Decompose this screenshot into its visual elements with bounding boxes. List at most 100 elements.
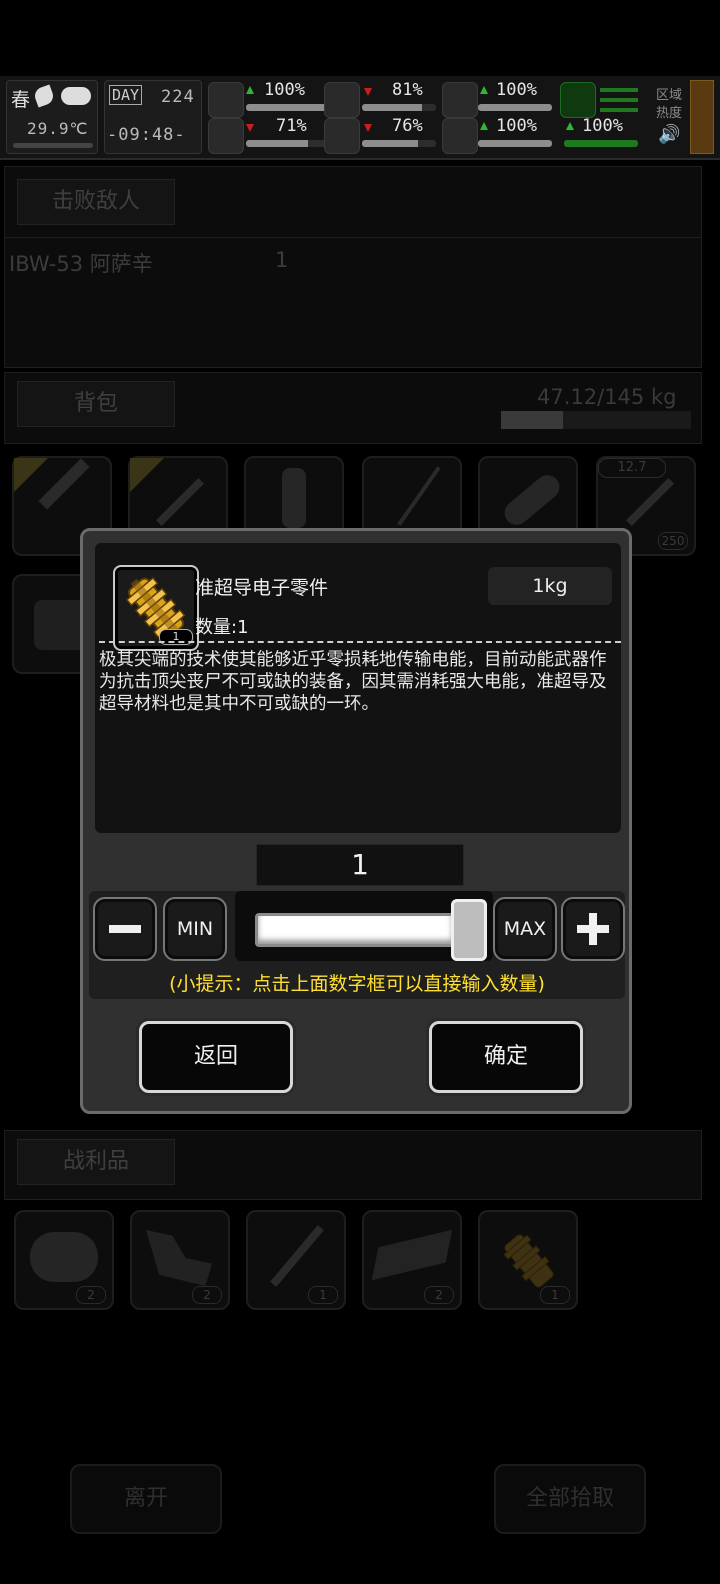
thirst-percent: 76%: [392, 116, 423, 136]
temperature-readout: 29.9℃: [27, 119, 89, 138]
leaf-icon: [32, 84, 56, 108]
slot-count-badge: 250: [658, 532, 688, 550]
infection-percent: 71%: [276, 116, 307, 136]
region-heat-label: 区域: [656, 88, 683, 103]
quantity-slider-track[interactable]: [255, 913, 455, 947]
ammo-icon: [625, 477, 675, 527]
screws-icon: [270, 1225, 324, 1287]
loot-slot[interactable]: 2: [130, 1210, 230, 1310]
stamina-up-arrow-icon: [566, 122, 574, 130]
loot-section: 战利品: [4, 1130, 702, 1200]
loot-header: 战利品: [17, 1139, 175, 1185]
defeated-enemies-header: 击败敌人: [17, 179, 175, 225]
steel-plate-icon: [371, 1229, 453, 1281]
item-description: 极其尖端的技术使其能够近乎零损耗地传输电能，目前动能武器作为抗击顶尖丧尸不可或缺…: [99, 650, 607, 714]
health-bar: [246, 104, 334, 111]
brain-icon: [208, 118, 244, 154]
speed-line-icon: [600, 108, 638, 112]
medkit-icon: [208, 82, 244, 118]
stamina-bar: [564, 140, 638, 147]
cloudy-icon: [61, 87, 91, 105]
increment-button[interactable]: [561, 897, 625, 961]
back-button[interactable]: 返回: [139, 1021, 293, 1093]
infection-bar: [246, 140, 334, 147]
bottle-icon: [282, 468, 306, 528]
season-label: 春: [11, 89, 31, 111]
speaker-icon[interactable]: 🔊: [658, 124, 680, 145]
minus-icon: [109, 925, 141, 933]
min-button[interactable]: MIN: [163, 897, 227, 961]
thirst-down-arrow-icon: [364, 124, 372, 132]
armor-percent: 100%: [496, 80, 537, 100]
region-heat-gauge: [690, 80, 714, 154]
slot-count-badge: 1: [308, 1286, 338, 1304]
item-info-panel: 1 准超导电子零件 数量:1 1kg 极其尖端的技术使其能够近乎零损耗地传输电能…: [95, 543, 621, 833]
confirm-button[interactable]: 确定: [429, 1021, 583, 1093]
enemy-count: 1: [275, 248, 289, 272]
health-up-arrow-icon: [246, 86, 254, 94]
item-quantity-dialog: 1 准超导电子零件 数量:1 1kg 极其尖端的技术使其能够近乎零损耗地传输电能…: [80, 528, 632, 1114]
hunger-bar: [362, 104, 436, 111]
item-name: 准超导电子零件: [195, 577, 329, 599]
slot-count-badge: 2: [76, 1286, 106, 1304]
rocks-icon: [30, 1232, 98, 1282]
scrap-metal-icon: [146, 1230, 212, 1286]
stamina-percent: 100%: [582, 116, 623, 136]
clock-readout: -09:48-: [107, 125, 186, 145]
rod-icon: [397, 466, 441, 526]
item-quantity-label: 数量:1: [195, 617, 249, 638]
infection-down-arrow-icon: [246, 124, 254, 132]
take-all-button[interactable]: 全部拾取: [494, 1464, 646, 1534]
backpack-weight-bar: [501, 411, 691, 429]
leave-button[interactable]: 离开: [70, 1464, 222, 1534]
speed-line-icon: [600, 88, 638, 92]
speed-line-icon: [600, 98, 638, 102]
slot-count-badge: 2: [424, 1286, 454, 1304]
temperature-bar: [13, 143, 93, 148]
backpack-weight: 47.12/145 kg: [537, 385, 677, 409]
boot-icon: [560, 82, 596, 118]
loot-slot[interactable]: 2: [14, 1210, 114, 1310]
health-percent: 100%: [264, 80, 305, 100]
calendar-panel: DAY 224 -09:48-: [104, 80, 202, 154]
loot-slot[interactable]: 1: [246, 1210, 346, 1310]
backpack-section: 背包 47.12/145 kg: [4, 372, 702, 444]
item-weight: 1kg: [488, 567, 612, 605]
backpack-header: 背包: [17, 381, 175, 427]
quantity-hint: (小提示：点击上面数字框可以直接输入数量): [169, 973, 545, 995]
quantity-input[interactable]: 1: [256, 844, 464, 886]
max-button[interactable]: MAX: [493, 897, 557, 961]
defeated-enemy-row: IBW-53 阿萨辛 1: [5, 237, 701, 368]
armor-bar: [478, 104, 552, 111]
armor-icon: [442, 82, 478, 118]
defeated-enemies-section: 击败敌人 IBW-53 阿萨辛 1: [4, 166, 702, 368]
ammo-caliber-tag: 12.7: [598, 458, 666, 478]
loot-slot[interactable]: 1: [478, 1210, 578, 1310]
bread-icon: [499, 470, 565, 530]
hunger-percent: 81%: [392, 80, 423, 100]
day-number: 224: [161, 87, 195, 107]
plus-icon: [589, 913, 597, 945]
favorite-star-icon: [14, 458, 48, 492]
mood-percent: 100%: [496, 116, 537, 136]
divider: [99, 641, 621, 643]
quantity-controls: MIN MAX (小提示：点击上面数字框可以直接输入数量): [89, 891, 625, 999]
water-drop-icon: [324, 118, 360, 154]
stomach-icon: [324, 82, 360, 118]
status-hud: 春 29.9℃ DAY 224 -09:48- 100% 81% 100% 71…: [0, 76, 720, 160]
loot-slot[interactable]: 2: [362, 1210, 462, 1310]
hunger-down-arrow-icon: [364, 88, 372, 96]
decrement-button[interactable]: [93, 897, 157, 961]
thirst-bar: [362, 140, 436, 147]
superconductor-part-icon: [498, 1230, 560, 1292]
mood-up-arrow-icon: [480, 122, 488, 130]
slot-count-badge: 2: [192, 1286, 222, 1304]
armor-up-arrow-icon: [480, 86, 488, 94]
day-label: DAY: [109, 85, 143, 105]
enemy-name: IBW-53 阿萨辛: [9, 252, 153, 276]
quantity-slider-thumb[interactable]: [451, 899, 487, 961]
item-thumbnail: 1: [113, 565, 199, 651]
heart-icon: [442, 118, 478, 154]
region-heat-label: 热度: [656, 106, 683, 121]
weather-panel: 春 29.9℃: [6, 80, 98, 154]
